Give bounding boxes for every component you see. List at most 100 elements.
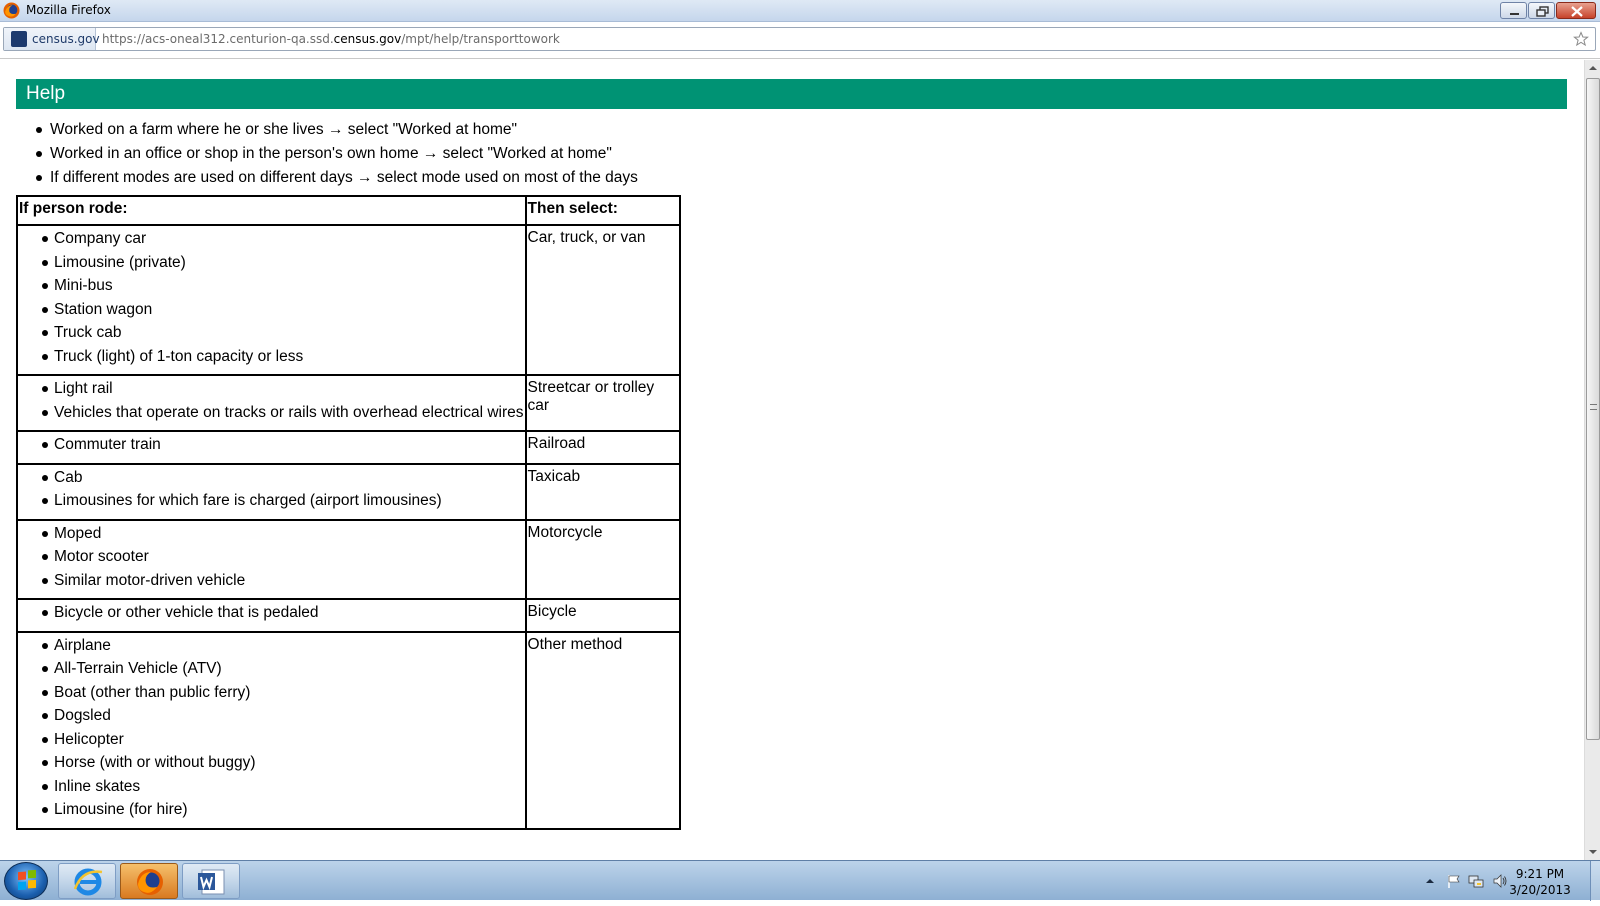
windows-taskbar: 9:21 PM 3/20/2013 bbox=[0, 860, 1600, 901]
list-item: Truck cab bbox=[37, 321, 524, 345]
vehicle-list: Cab Limousines for which fare is charged … bbox=[19, 466, 524, 513]
taskbar-word-button[interactable] bbox=[182, 863, 240, 899]
action-center-flag-icon[interactable] bbox=[1446, 873, 1462, 889]
list-item: Truck (light) of 1-ton capacity or less bbox=[37, 345, 524, 369]
list-item: Station wagon bbox=[37, 298, 524, 322]
network-icon[interactable] bbox=[1468, 873, 1484, 889]
select-cell: Bicycle bbox=[524, 598, 681, 633]
transport-mode-table: If person rode: Then select: Company car… bbox=[16, 195, 681, 830]
rode-cell: Cab Limousines for which fare is charged … bbox=[16, 462, 527, 521]
url-path: /mpt/help/transporttowork bbox=[401, 32, 560, 46]
clock-date[interactable]: 3/20/2013 bbox=[1500, 883, 1580, 897]
list-item: Horse (with or without buggy) bbox=[37, 751, 524, 775]
rode-cell: Bicycle or other vehicle that is pedaled bbox=[16, 598, 527, 633]
bookmark-star-icon[interactable] bbox=[1573, 31, 1589, 47]
intro-list: Worked on a farm where he or she lives →… bbox=[32, 118, 638, 190]
column-header: If person rode: bbox=[16, 195, 527, 226]
vehicle-list: Commuter train bbox=[19, 433, 524, 457]
list-item: Boat (other than public ferry) bbox=[37, 681, 524, 705]
vertical-scrollbar[interactable] bbox=[1584, 60, 1600, 860]
window-title: Mozilla Firefox bbox=[26, 3, 111, 17]
vehicle-list: Airplane All-Terrain Vehicle (ATV) Boat (o… bbox=[19, 634, 524, 822]
navigation-bar: census.gov https://acs-oneal312.centurio… bbox=[0, 22, 1600, 59]
list-item: Similar motor-driven vehicle bbox=[37, 569, 524, 593]
select-cell: Car, truck, or van bbox=[524, 224, 681, 376]
site-identity-label: census.gov bbox=[32, 32, 100, 46]
rode-cell: Moped Motor scooter Similar motor-driven v… bbox=[16, 518, 527, 600]
list-item: Commuter train bbox=[37, 433, 524, 457]
url-bar[interactable]: census.gov https://acs-oneal312.centurio… bbox=[3, 27, 1596, 51]
list-item: If different modes are used on different… bbox=[32, 166, 638, 190]
table-row: Company car Limousine (private) Mini-bus St… bbox=[16, 224, 681, 376]
list-item: Vehicles that operate on tracks or rails… bbox=[37, 401, 524, 425]
help-header: Help bbox=[16, 79, 1567, 109]
internet-explorer-icon bbox=[73, 868, 103, 896]
table-row: Cab Limousines for which fare is charged … bbox=[16, 462, 681, 521]
firefox-icon bbox=[137, 869, 163, 895]
list-item: Company car bbox=[37, 227, 524, 251]
list-item: Moped bbox=[37, 522, 524, 546]
page-content: Help Worked on a farm where he or she li… bbox=[0, 60, 1584, 860]
windows-logo-icon bbox=[18, 869, 36, 891]
list-item: All-Terrain Vehicle (ATV) bbox=[37, 657, 524, 681]
scrollbar-thumb[interactable] bbox=[1586, 78, 1600, 740]
list-item: Mini-bus bbox=[37, 274, 524, 298]
list-item: Airplane bbox=[37, 634, 524, 658]
clock-time[interactable]: 9:21 PM bbox=[1500, 867, 1580, 881]
show-desktop-button[interactable] bbox=[1590, 861, 1600, 901]
taskbar-firefox-button[interactable] bbox=[120, 863, 178, 899]
close-icon bbox=[1571, 6, 1583, 17]
vehicle-list: Moped Motor scooter Similar motor-driven v… bbox=[19, 522, 524, 593]
list-item: Motor scooter bbox=[37, 545, 524, 569]
table-body: Company car Limousine (private) Mini-bus St… bbox=[16, 224, 681, 830]
minimize-icon bbox=[1510, 13, 1519, 15]
list-item: Limousine (private) bbox=[37, 251, 524, 275]
rode-cell: Commuter train bbox=[16, 430, 527, 465]
restore-button[interactable] bbox=[1528, 2, 1555, 19]
column-header: Then select: bbox=[524, 195, 681, 226]
rode-cell: Light rail Vehicles that operate on track… bbox=[16, 374, 527, 432]
scroll-down-arrow-icon[interactable] bbox=[1585, 844, 1600, 860]
list-item: Light rail bbox=[37, 377, 524, 401]
minimize-button[interactable] bbox=[1500, 2, 1527, 19]
list-item: Bicycle or other vehicle that is pedaled bbox=[37, 601, 524, 625]
close-button[interactable] bbox=[1556, 2, 1596, 19]
select-cell: Railroad bbox=[524, 430, 681, 465]
list-item: Limousines for which fare is charged (ai… bbox=[37, 489, 524, 513]
start-button[interactable] bbox=[4, 862, 48, 900]
list-item: Cab bbox=[37, 466, 524, 490]
list-item: Inline skates bbox=[37, 775, 524, 799]
scrollbar-grip-icon bbox=[1590, 404, 1597, 410]
list-item: Worked on a farm where he or she lives →… bbox=[32, 118, 638, 142]
firefox-logo-icon bbox=[3, 2, 20, 19]
vehicle-list: Company car Limousine (private) Mini-bus St… bbox=[19, 227, 524, 368]
rode-cell: Airplane All-Terrain Vehicle (ATV) Boat (o… bbox=[16, 630, 527, 830]
table-header-row: If person rode: Then select: bbox=[16, 195, 681, 226]
table-row: Commuter train Railroad bbox=[16, 430, 681, 465]
show-hidden-icons-icon[interactable] bbox=[1422, 873, 1438, 889]
select-cell: Taxicab bbox=[524, 462, 681, 521]
table-row: Bicycle or other vehicle that is pedaled… bbox=[16, 598, 681, 633]
table-row: Moped Motor scooter Similar motor-driven v… bbox=[16, 518, 681, 600]
url-prefix: https://acs-oneal312.centurion-qa.ssd. bbox=[102, 32, 334, 46]
select-cell: Other method bbox=[524, 630, 681, 830]
taskbar-internet-explorer-button[interactable] bbox=[58, 863, 116, 899]
select-cell: Streetcar or trolley car bbox=[524, 374, 681, 432]
table-row: Airplane All-Terrain Vehicle (ATV) Boat (o… bbox=[16, 630, 681, 830]
site-identity-button[interactable]: census.gov bbox=[4, 28, 100, 50]
site-favicon-icon bbox=[11, 31, 27, 47]
vehicle-list: Bicycle or other vehicle that is pedaled bbox=[19, 601, 524, 625]
restore-icon bbox=[1536, 6, 1549, 17]
table-row: Light rail Vehicles that operate on track… bbox=[16, 374, 681, 432]
vehicle-list: Light rail Vehicles that operate on track… bbox=[19, 377, 524, 424]
list-item: Dogsled bbox=[37, 704, 524, 728]
window-title-bar: Mozilla Firefox bbox=[0, 0, 1600, 22]
url-host: census.gov bbox=[333, 32, 402, 46]
list-item: Helicopter bbox=[37, 728, 524, 752]
rode-cell: Company car Limousine (private) Mini-bus St… bbox=[16, 224, 527, 376]
page-title: Help bbox=[26, 83, 66, 104]
scroll-up-arrow-icon[interactable] bbox=[1585, 60, 1600, 76]
select-cell: Motorcycle bbox=[524, 518, 681, 600]
url-text[interactable]: https://acs-oneal312.centurion-qa.ssd.ce… bbox=[102, 32, 560, 46]
list-item: Worked in an office or shop in the perso… bbox=[32, 142, 638, 166]
